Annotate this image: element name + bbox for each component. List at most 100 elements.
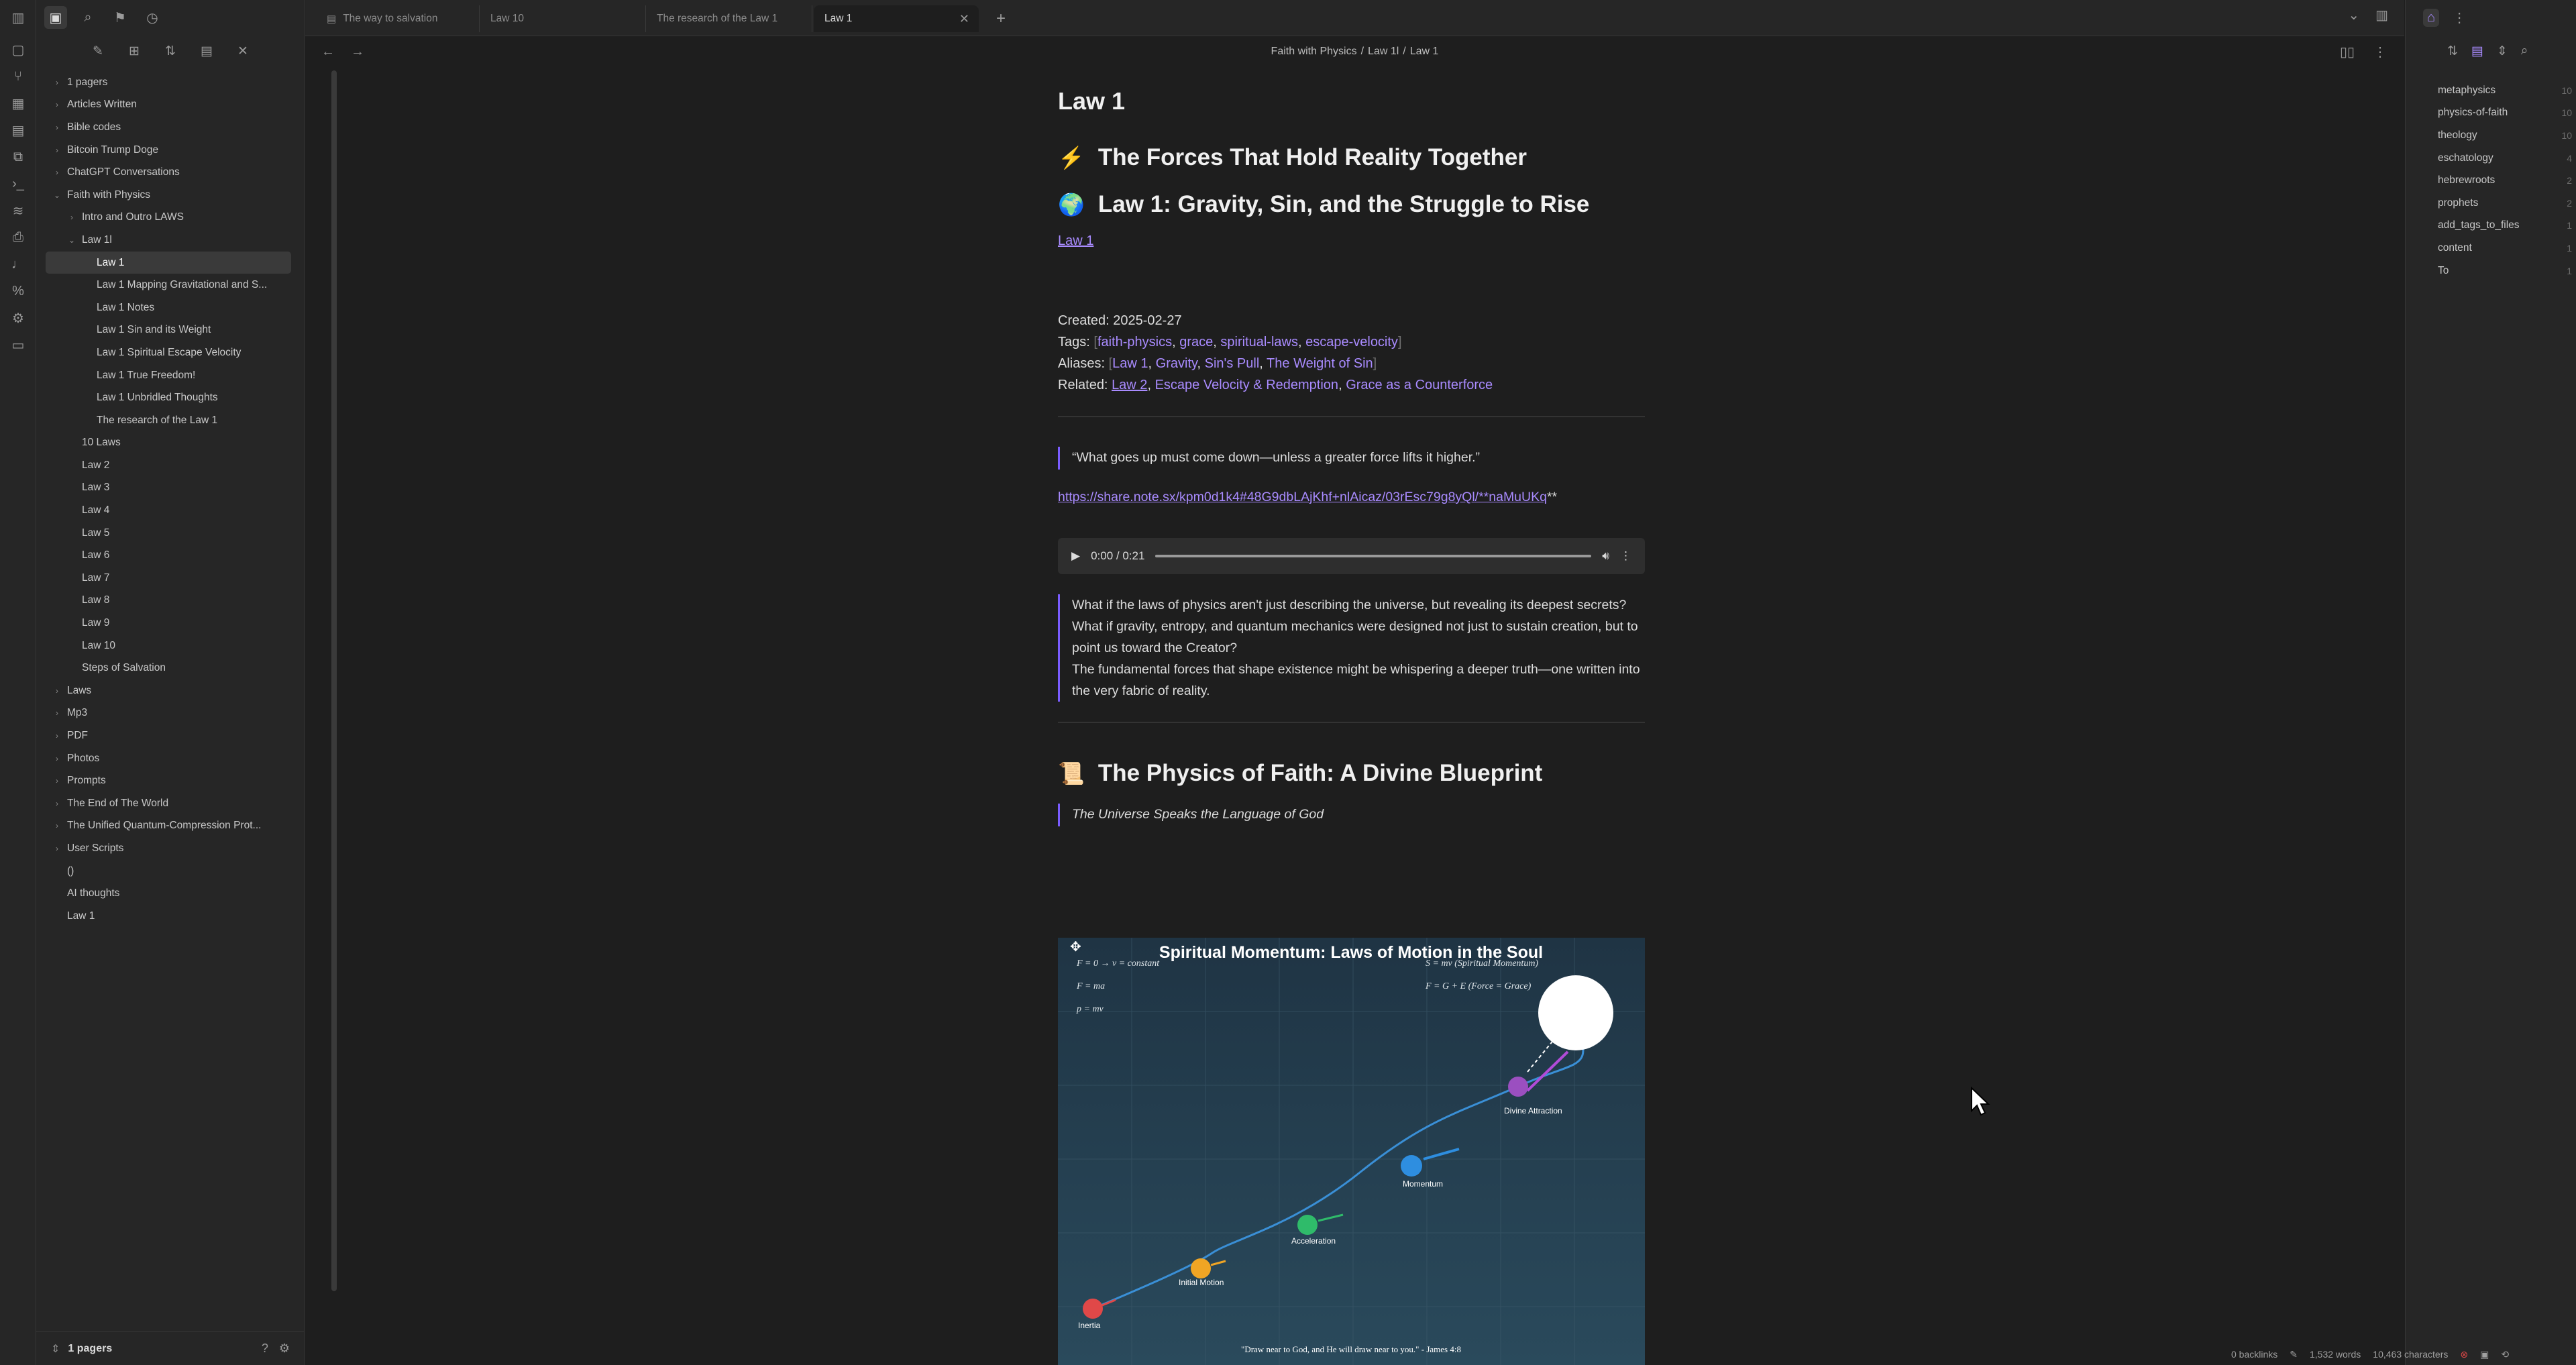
- tree-item[interactable]: › User Scripts: [46, 837, 291, 860]
- tab-research-law-1[interactable]: The research of the Law 1: [646, 5, 812, 32]
- settings-icon[interactable]: ⚙: [279, 1342, 290, 1356]
- history-icon[interactable]: ◷: [141, 6, 164, 29]
- tree-item[interactable]: Law 1 Spiritual Escape Velocity: [46, 341, 291, 364]
- new-note-icon[interactable]: ✎: [87, 40, 109, 62]
- internal-link-law1[interactable]: Law 1: [1058, 233, 1093, 248]
- tree-item[interactable]: Law 9: [46, 612, 291, 635]
- tree-item[interactable]: Law 5: [46, 522, 291, 545]
- backlinks-count[interactable]: 0 backlinks: [2231, 1349, 2277, 1360]
- tag-row[interactable]: content 1: [2438, 237, 2572, 260]
- search-icon[interactable]: ⌕: [76, 6, 99, 29]
- chevron-right-icon[interactable]: ›: [51, 754, 63, 763]
- volume-icon[interactable]: 🔊︎: [1602, 549, 1609, 563]
- audio-progress-track[interactable]: [1155, 555, 1592, 557]
- tree-item[interactable]: Law 1 Mapping Gravitational and S...: [46, 274, 291, 296]
- more-icon[interactable]: ⋮: [2453, 9, 2466, 26]
- tree-item[interactable]: › ChatGPT Conversations: [46, 161, 291, 184]
- terminal-icon[interactable]: ›_: [9, 174, 28, 193]
- tag-link[interactable]: grace: [1179, 335, 1213, 349]
- tag-link[interactable]: spiritual-laws: [1220, 335, 1298, 349]
- tree-item[interactable]: (): [46, 860, 291, 883]
- collapse-all-icon[interactable]: ▤: [196, 40, 217, 62]
- play-icon[interactable]: ▶: [1071, 549, 1080, 563]
- tag-link[interactable]: escape-velocity: [1305, 335, 1398, 349]
- tree-item[interactable]: 10 Laws: [46, 432, 291, 455]
- nested-tags-icon[interactable]: ▤: [2471, 44, 2483, 59]
- vault-switcher[interactable]: ⇕ 1 pagers ? ⚙: [36, 1331, 305, 1365]
- tree-item[interactable]: › Bitcoin Trump Doge: [46, 139, 291, 162]
- tree-item[interactable]: AI thoughts: [46, 882, 291, 905]
- chevron-right-icon[interactable]: ›: [51, 776, 63, 785]
- chevron-right-icon[interactable]: ›: [51, 78, 63, 87]
- close-icon[interactable]: ✕: [232, 40, 254, 62]
- bookmark-icon[interactable]: ⚑: [109, 6, 131, 29]
- tree-item[interactable]: Law 6: [46, 544, 291, 567]
- grid-icon[interactable]: ▦: [9, 94, 28, 113]
- tree-item[interactable]: Law 1 Notes: [46, 296, 291, 319]
- tab-close-icon[interactable]: ✕: [959, 12, 969, 26]
- tree-item[interactable]: Law 3: [46, 477, 291, 500]
- chevron-down-icon[interactable]: ⌄: [51, 190, 63, 200]
- chevron-right-icon[interactable]: ›: [51, 123, 63, 132]
- search-icon[interactable]: ⌕: [2521, 44, 2528, 58]
- tree-item[interactable]: Law 2: [46, 454, 291, 477]
- tree-item[interactable]: Law 10: [46, 635, 291, 657]
- tab-law-1[interactable]: Law 1 ✕: [814, 5, 979, 32]
- tree-item[interactable]: Law 1 Sin and its Weight: [46, 319, 291, 342]
- breadcrumb-item[interactable]: Law 1: [1410, 46, 1439, 57]
- chevron-right-icon[interactable]: ›: [51, 100, 63, 109]
- share-url-link[interactable]: https://share.note.sx/kpm0d1k4#48G9dbLAj…: [1058, 490, 1547, 504]
- related-link[interactable]: Grace as a Counterforce: [1346, 378, 1493, 392]
- tree-item[interactable]: The research of the Law 1: [46, 409, 291, 432]
- tab-list-icon[interactable]: ⌄: [2348, 7, 2359, 23]
- tag-link[interactable]: faith-physics: [1097, 335, 1172, 349]
- note-title[interactable]: Law 1: [1058, 87, 1645, 134]
- tree-item[interactable]: › The Unified Quantum-Compression Prot...: [46, 815, 291, 838]
- sidebar-toggle-icon[interactable]: ▥: [9, 8, 28, 27]
- tag-row[interactable]: hebrewroots 2: [2438, 169, 2572, 192]
- tag-row[interactable]: eschatology 4: [2438, 147, 2572, 170]
- related-link[interactable]: Law 2: [1112, 378, 1147, 392]
- tree-item[interactable]: › Mp3: [46, 702, 291, 725]
- tag-row[interactable]: add_tags_to_files 1: [2438, 215, 2572, 237]
- calendar-icon[interactable]: ▤: [9, 121, 28, 140]
- tab-law-10[interactable]: Law 10: [480, 5, 646, 32]
- tag-row[interactable]: prophets 2: [2438, 192, 2572, 215]
- tree-item[interactable]: › Articles Written: [46, 94, 291, 117]
- tree-item[interactable]: › The End of The World: [46, 792, 291, 815]
- tag-row[interactable]: To 1: [2438, 260, 2572, 282]
- chevron-right-icon[interactable]: ›: [66, 213, 78, 222]
- related-link[interactable]: Escape Velocity & Redemption: [1155, 378, 1339, 392]
- tree-item[interactable]: › 1 pagers: [46, 71, 291, 94]
- publish-icon[interactable]: ⎙: [9, 228, 28, 247]
- right-sidebar-toggle-icon[interactable]: ▥: [2375, 7, 2388, 23]
- breadcrumb-item[interactable]: Law 1l: [1368, 46, 1399, 57]
- chevron-right-icon[interactable]: ›: [51, 708, 63, 718]
- tree-item[interactable]: › Prompts: [46, 769, 291, 792]
- tree-item[interactable]: Law 1 True Freedom!: [46, 364, 291, 387]
- tree-item[interactable]: Law 1: [46, 251, 291, 274]
- chevron-right-icon[interactable]: ›: [51, 146, 63, 155]
- tree-item[interactable]: › Laws: [46, 679, 291, 702]
- comment-icon[interactable]: ▭: [9, 335, 28, 354]
- expand-icon[interactable]: ⇕: [2497, 44, 2508, 59]
- tree-item[interactable]: Law 1 Unbridled Thoughts: [46, 386, 291, 409]
- plugin-icon[interactable]: ⚙: [9, 309, 28, 327]
- tree-item[interactable]: › PDF: [46, 724, 291, 747]
- file-icon[interactable]: ▢: [9, 40, 28, 59]
- chevron-right-icon[interactable]: ›: [51, 731, 63, 741]
- tree-item[interactable]: Law 1: [46, 905, 291, 928]
- tag-row[interactable]: physics-of-faith 10: [2438, 102, 2572, 125]
- chevron-right-icon[interactable]: ›: [51, 686, 63, 696]
- graph-icon[interactable]: ⑂: [9, 67, 28, 86]
- audio-icon[interactable]: ≋: [9, 201, 28, 220]
- sync-status-icon[interactable]: ⟲: [2501, 1349, 2509, 1360]
- tree-item[interactable]: Law 8: [46, 590, 291, 612]
- copy-icon[interactable]: ⧉: [9, 148, 28, 166]
- sort-icon[interactable]: ⇅: [160, 40, 181, 62]
- chevron-right-icon[interactable]: ›: [51, 168, 63, 177]
- more-options-icon[interactable]: ⋮: [2373, 44, 2387, 60]
- pencil-icon[interactable]: ✎: [2290, 1349, 2298, 1360]
- tree-item[interactable]: ⌄ Faith with Physics: [46, 184, 291, 207]
- breadcrumb-item[interactable]: Faith with Physics: [1271, 46, 1357, 57]
